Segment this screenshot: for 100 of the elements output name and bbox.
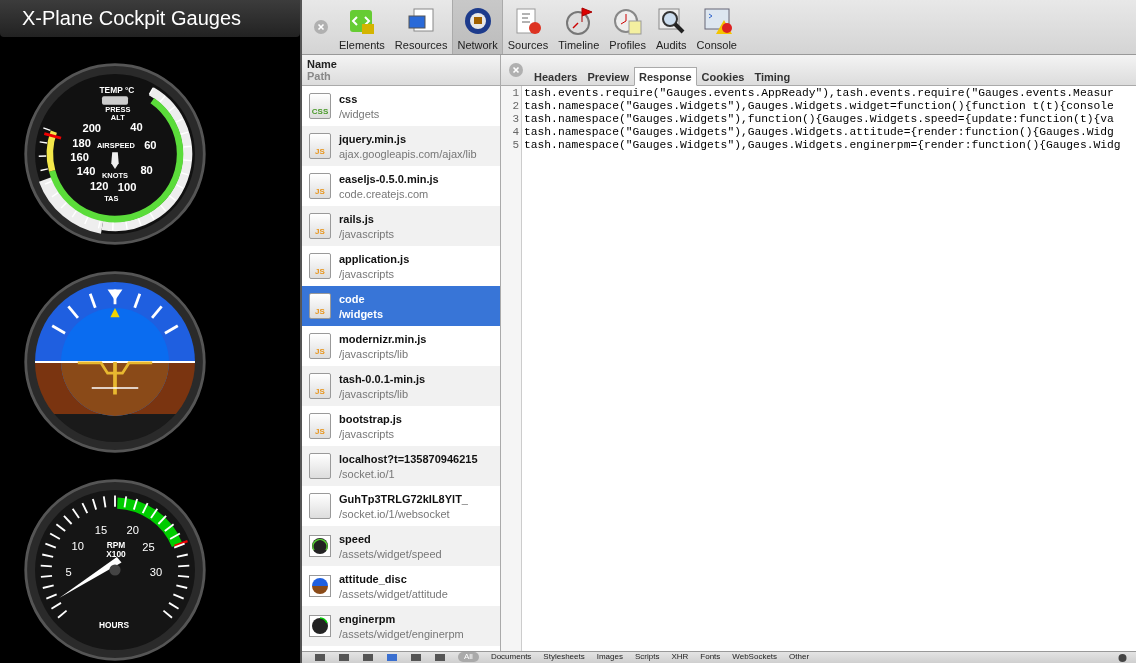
gauge-label: 5 (65, 565, 72, 578)
request-name: code (339, 292, 366, 305)
request-name: tash-0.0.1-min.js (339, 372, 426, 385)
request-name: rails.js (339, 212, 375, 225)
gauge-label: 80 (140, 164, 153, 177)
app-title: X-Plane Cockpit Gauges (22, 7, 241, 30)
toolbar-tab[interactable]: Audits (651, 0, 692, 54)
request-name: GuhTp3TRLG72kIL8YlT_ (339, 492, 468, 505)
request-row[interactable]: JS tash-0.0.1-min.js /javascripts/lib (302, 366, 500, 406)
gauge-label: RPM (106, 539, 126, 550)
type-filter[interactable]: WebSockets (732, 652, 778, 662)
detail-tab[interactable]: Cookies (696, 67, 750, 86)
filter-bar-icon[interactable] (362, 652, 374, 661)
type-filter[interactable]: Fonts (700, 652, 721, 662)
file-type-label: JS (315, 387, 325, 396)
detail-tab[interactable]: Preview (582, 67, 634, 86)
type-filter[interactable]: Images (596, 652, 623, 662)
magnifier-icon (656, 6, 687, 36)
detail-tab[interactable]: Timing (749, 67, 796, 86)
toolbar-tab[interactable]: Sources (502, 0, 554, 54)
request-name: enginerpm (339, 612, 397, 625)
filter-bar-icon[interactable] (338, 652, 350, 661)
gauge-label: PRESS (105, 105, 131, 115)
request-name: bootstrap.js (339, 412, 402, 425)
gauge-label: 140 (76, 165, 96, 178)
line-number: 3 (512, 113, 519, 126)
filter-bar-icon[interactable] (314, 652, 326, 661)
toolbar-tab[interactable]: Network (452, 0, 503, 54)
gauge-label: TEMP °C (99, 84, 135, 95)
filter-bar-icon[interactable] (434, 652, 446, 661)
detail-tab[interactable]: Headers (529, 67, 583, 86)
gauge-label: 30 (149, 565, 163, 578)
blank-file-icon (309, 453, 331, 479)
gauge-label: 160 (70, 151, 89, 164)
request-row[interactable]: JS code /widgets (302, 286, 500, 326)
file-type-label: JS (315, 347, 325, 356)
gauge-thumbnail-icon (309, 533, 331, 559)
gauge-label: AIRSPEED (96, 140, 135, 150)
gauge-label: 180 (72, 136, 91, 149)
request-path: /socket.io/1/websocket (339, 507, 451, 520)
filter-bar-icon[interactable] (386, 652, 398, 661)
request-path: /javascripts/lib (339, 347, 410, 360)
toolbar-tab[interactable]: Timeline (553, 0, 605, 54)
request-path: /javascripts/lib (339, 387, 410, 400)
file-type-label: JS (315, 427, 325, 436)
toolbar-tab[interactable]: Console (691, 0, 742, 54)
horizon-thumbnail-icon (309, 573, 331, 599)
file-type-label: JS (315, 307, 325, 316)
detail-tab[interactable]: Response (634, 67, 697, 86)
gauge-thumbnail-icon (309, 613, 331, 639)
code-line: tash.namespace("Gauges.Widgets"),Gauges.Widgets.attitude={render:function(){Gauges.Widg (524, 126, 1115, 139)
request-row[interactable]: speed /assets/widget/speed (302, 526, 500, 566)
filter-bar-icon[interactable] (410, 652, 422, 661)
request-path: /socket.io/1 (339, 467, 396, 480)
line-number: 5 (512, 139, 519, 152)
toolbar-tab[interactable]: Resources (389, 0, 453, 54)
type-filter[interactable]: XHR (671, 652, 689, 662)
code-line: tash.namespace("Gauges.Widgets"),Gauges.Widgets.enginerpm={render:function(){Gauges.Widg (524, 139, 1121, 152)
type-filter[interactable]: Scripts (634, 652, 660, 662)
blank-file-icon (309, 493, 331, 519)
request-row[interactable]: localhost?t=135870946215 /socket.io/1 (302, 446, 500, 486)
request-name: attitude_disc (339, 572, 408, 585)
toolbar-tab[interactable]: Profiles (604, 0, 651, 54)
request-path: ajax.googleapis.com/ajax/lib (339, 147, 477, 160)
request-name: easeljs-0.5.0.min.js (339, 172, 439, 185)
request-row[interactable]: JS jquery.min.js ajax.googleapis.com/ajax/lib (302, 126, 500, 166)
clock-chart-icon (612, 6, 643, 36)
gauge-label: 40 (130, 120, 143, 133)
line-number: 2 (512, 100, 519, 113)
gauge-label: ALT (110, 112, 125, 122)
gauge-label: 100 (117, 181, 137, 194)
gauge-label: 20 (126, 523, 139, 536)
code-line: tash.namespace("Gauges.Widgets"),function(){Gauges.Widgets.speed={update:function(t){va (524, 113, 1115, 126)
request-path: /assets/widget/speed (339, 547, 442, 560)
request-row[interactable]: enginerpm /assets/widget/enginerpm (302, 606, 500, 646)
column-header[interactable]: Name Path (302, 55, 500, 86)
type-filter[interactable]: Stylesheets (543, 652, 585, 662)
gauge-label: 200 (82, 121, 102, 134)
type-filter[interactable]: Documents (490, 652, 532, 662)
request-path: /widgets (339, 307, 383, 320)
toolbar-tab[interactable]: Elements (334, 0, 390, 54)
type-filter[interactable]: Other (789, 652, 810, 662)
gauge-label: 120 (89, 180, 109, 193)
gauge-label: X100 (106, 549, 126, 559)
request-path: /assets/widget/enginerpm (339, 627, 464, 640)
request-name: jquery.min.js (339, 132, 408, 145)
gauge-label: 10 (71, 540, 84, 553)
request-path: /assets/widget/attitude (339, 587, 448, 600)
code-line: tash.events.require("Gauges.events.AppReady"),tash.events.require("Gauges.events.Measur (524, 87, 1115, 100)
gauge-label: KNOTS (102, 171, 128, 181)
request-name: application.js (339, 252, 410, 265)
file-type-label: JS (315, 227, 325, 236)
stopwatch-flag-icon (563, 6, 594, 36)
path-column-label: Path (307, 70, 332, 82)
request-row[interactable]: JS rails.js /javascripts (302, 206, 500, 246)
console-warning-icon (701, 6, 732, 36)
file-type-label: JS (315, 147, 325, 156)
gauge-label: 25 (142, 541, 155, 554)
name-column-label: Name (307, 58, 338, 70)
gauge-label: HOURS (98, 619, 130, 630)
